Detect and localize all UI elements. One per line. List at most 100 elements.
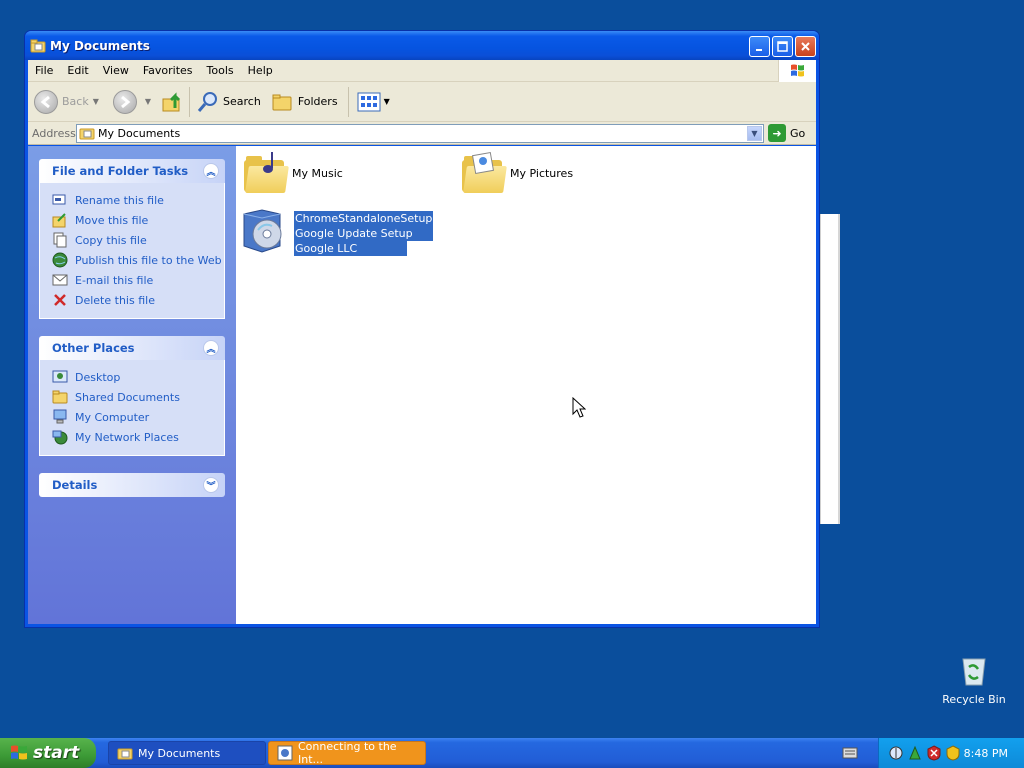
expand-chevron-icon[interactable]: ︾: [203, 477, 219, 493]
task-label: Rename this file: [75, 193, 164, 207]
go-label: Go: [790, 126, 806, 140]
task-publish[interactable]: Publish this file to the Web: [52, 250, 224, 270]
folder-icon: [52, 389, 68, 405]
up-folder-button[interactable]: [161, 90, 185, 114]
task-copy[interactable]: Copy this file: [52, 230, 224, 250]
windows-logo-icon: [778, 60, 816, 82]
address-value: My Documents: [98, 126, 181, 140]
menu-favorites[interactable]: Favorites: [136, 64, 200, 77]
task-delete[interactable]: Delete this file: [52, 290, 224, 310]
file-name: My Pictures: [510, 166, 574, 180]
place-desktop[interactable]: Desktop: [52, 367, 224, 387]
task-email[interactable]: E-mail this file: [52, 270, 224, 290]
file-item-my-pictures[interactable]: My Pictures: [460, 152, 573, 194]
pictures-folder-icon: [460, 152, 507, 194]
network-status-icon[interactable]: [889, 745, 903, 761]
task-move[interactable]: Move this file: [52, 210, 224, 230]
task-label: Delete this file: [75, 293, 155, 307]
taskbar: start My Documents Connecting to the Int…: [0, 738, 1024, 768]
windows-logo-icon: [10, 744, 28, 762]
address-dropdown-icon[interactable]: ▼: [747, 125, 762, 141]
views-icon: [357, 92, 381, 111]
start-button[interactable]: start: [0, 738, 96, 768]
security-shield-icon[interactable]: [946, 745, 960, 761]
start-label: start: [33, 743, 80, 763]
folders-label: Folders: [297, 95, 338, 108]
maximize-button[interactable]: [772, 36, 793, 57]
recycle-bin[interactable]: Recycle Bin: [942, 655, 1006, 706]
security-alert-icon[interactable]: [927, 745, 941, 761]
folder-icon: [117, 748, 133, 760]
installer-icon: [277, 745, 293, 761]
up-folder-icon: [162, 91, 181, 111]
mouse-cursor-icon: [572, 397, 586, 418]
file-item-chrome-setup[interactable]: ChromeStandaloneSetup Google Update Setu…: [240, 206, 434, 256]
toolbar-separator: [189, 86, 191, 117]
music-folder-icon: [242, 152, 289, 194]
folder-icon: [30, 39, 46, 53]
task-label: Move this file: [75, 213, 149, 227]
file-item-my-music[interactable]: My Music: [242, 152, 343, 194]
email-icon: [52, 272, 68, 288]
place-label: My Computer: [75, 410, 150, 424]
menu-view[interactable]: View: [96, 64, 136, 77]
details-header[interactable]: Details ︾: [39, 473, 225, 497]
clock[interactable]: 8:48 PM: [964, 747, 1008, 760]
menu-edit[interactable]: Edit: [60, 64, 95, 77]
menu-bar: File Edit View Favorites Tools Help: [28, 60, 816, 82]
taskbar-item-connecting[interactable]: Connecting to the Int...: [268, 740, 426, 766]
file-folder-tasks-panel: File and Folder Tasks ︽ Rename this file…: [39, 159, 225, 319]
network-icon: [52, 429, 68, 445]
collapse-chevron-icon[interactable]: ︽: [203, 163, 219, 179]
file-folder-tasks-header[interactable]: File and Folder Tasks ︽: [39, 159, 225, 183]
keyboard-icon[interactable]: [842, 747, 858, 759]
update-icon[interactable]: [908, 745, 922, 761]
background-window-edge: [820, 214, 840, 524]
taskbar-item-my-documents[interactable]: My Documents: [108, 741, 266, 765]
panel-title: Other Places: [52, 341, 135, 355]
task-rename[interactable]: Rename this file: [52, 190, 224, 210]
place-label: Shared Documents: [75, 390, 180, 404]
views-button[interactable]: ▼: [357, 92, 390, 112]
forward-button[interactable]: ▼: [112, 89, 151, 114]
collapse-chevron-icon[interactable]: ︽: [203, 340, 219, 356]
search-icon: [197, 91, 218, 112]
globe-icon: [52, 252, 68, 268]
minimize-button[interactable]: [749, 36, 770, 57]
title-bar[interactable]: My Documents: [25, 31, 819, 60]
forward-arrow-icon: [112, 89, 137, 114]
forward-dropdown-icon[interactable]: ▼: [145, 97, 151, 106]
views-dropdown-icon[interactable]: ▼: [384, 97, 390, 106]
back-dropdown-icon[interactable]: ▼: [93, 97, 99, 106]
move-icon: [52, 212, 68, 228]
other-places-header[interactable]: Other Places ︽: [39, 336, 225, 360]
file-list: My Music My Pictures ChromeStandaloneSet…: [236, 146, 816, 624]
address-bar: Address My Documents ▼ ➜ Go: [28, 122, 816, 145]
go-arrow-icon: ➜: [768, 124, 786, 142]
place-label: My Network Places: [75, 430, 179, 444]
address-input[interactable]: My Documents ▼: [76, 123, 764, 143]
close-button[interactable]: [795, 36, 816, 57]
delete-icon: [52, 292, 68, 308]
desktop-icon: [52, 369, 68, 385]
taskbar-item-label: My Documents: [138, 746, 221, 760]
task-label: E-mail this file: [75, 273, 154, 287]
search-button[interactable]: Search: [196, 90, 261, 114]
place-shared-documents[interactable]: Shared Documents: [52, 387, 224, 407]
file-description: Google Update Setup: [294, 226, 434, 241]
panel-title: Details: [52, 478, 98, 492]
task-label: Publish this file to the Web: [75, 253, 222, 267]
task-pane: File and Folder Tasks ︽ Rename this file…: [28, 146, 236, 624]
go-button[interactable]: ➜ Go: [768, 124, 805, 142]
place-network[interactable]: My Network Places: [52, 427, 224, 447]
place-my-computer[interactable]: My Computer: [52, 407, 224, 427]
back-arrow-icon: [34, 89, 58, 114]
menu-file[interactable]: File: [28, 64, 60, 77]
folders-button[interactable]: Folders: [271, 90, 338, 114]
explorer-window[interactable]: My Documents File Edit View Favorites To…: [24, 30, 820, 628]
installer-cd-icon: [240, 206, 288, 254]
menu-help[interactable]: Help: [241, 64, 280, 77]
copy-icon: [52, 232, 68, 248]
menu-tools[interactable]: Tools: [200, 64, 241, 77]
back-button[interactable]: Back ▼: [34, 89, 99, 114]
